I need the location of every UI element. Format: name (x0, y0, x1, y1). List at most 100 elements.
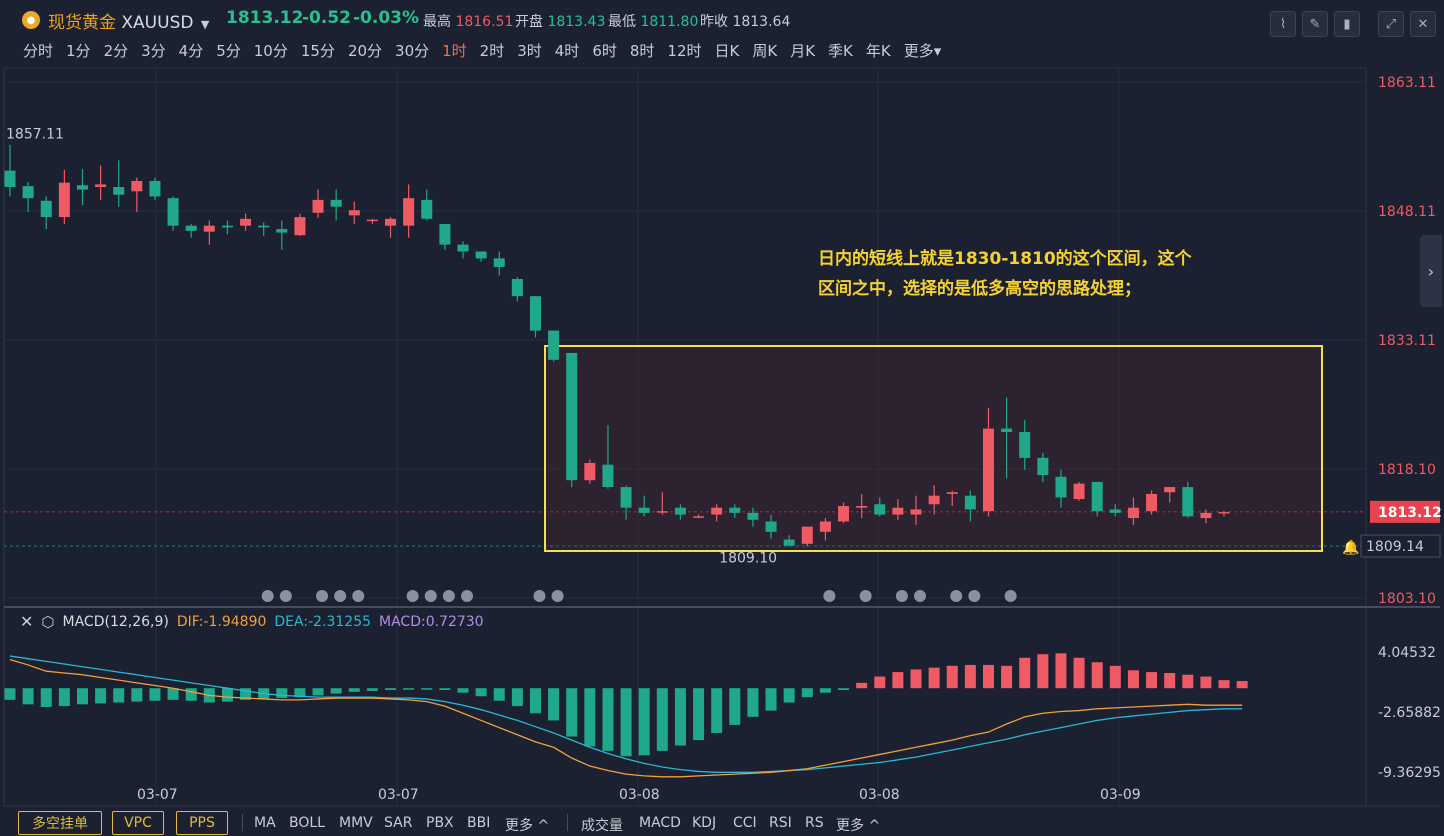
event-marker-icon (406, 590, 419, 602)
main-indicator-tab[interactable]: BOLL (289, 815, 325, 831)
candle-body (366, 219, 378, 222)
candle-body (1073, 483, 1085, 500)
y-tick-label: 1848.11 (1378, 204, 1436, 220)
x-tick-label: 03-07 (378, 787, 419, 803)
macd-dea: DEA:-2.31255 (274, 613, 372, 630)
main-indicator-tab[interactable]: PBX (426, 815, 454, 831)
main-indicator-tab[interactable]: 更多 ^ (505, 815, 549, 835)
x-tick-label: 03-08 (859, 787, 900, 803)
main-indicator-tab[interactable]: SAR (384, 815, 412, 831)
event-marker-icon (968, 590, 981, 602)
pill-button[interactable]: PPS (176, 811, 228, 835)
macd-bar (711, 688, 723, 733)
candle-body (856, 505, 868, 508)
x-tick-label: 03-09 (1100, 787, 1141, 803)
y-tick-label: 1833.11 (1378, 333, 1436, 349)
macd-bar (946, 665, 958, 689)
macd-bar (910, 669, 922, 689)
candle-body (964, 495, 976, 510)
y-tick-label: 1863.11 (1378, 75, 1436, 91)
macd-value: MACD:0.72730 (379, 613, 484, 630)
macd-bar (1001, 665, 1013, 689)
macd-bar (113, 688, 125, 703)
macd-bar (801, 688, 813, 698)
macd-dif: DIF:-1.94890 (176, 613, 267, 630)
bell-icon: 🔔 (1342, 539, 1359, 556)
chart-area[interactable]: 1863.11 1848.11 1833.11 1818.10 1803.10 1813.… (0, 0, 1444, 808)
candle-body (910, 509, 922, 515)
sub-indicator-tab[interactable]: CCI (733, 815, 757, 831)
candle-body (312, 199, 324, 213)
x-tick-label: 03-08 (619, 787, 660, 803)
candle-body (928, 495, 940, 505)
macd-bar (221, 688, 233, 702)
sub-indicator-tab[interactable]: MACD (639, 815, 681, 831)
event-marker-icon (895, 590, 908, 602)
candle-body (58, 182, 70, 218)
macd-bar (584, 688, 596, 747)
macd-bar (602, 688, 614, 751)
candle-body (1164, 487, 1176, 493)
macd-bar (856, 682, 868, 689)
macd-bar (819, 688, 831, 693)
candle-body (4, 170, 16, 187)
macd-bar (566, 688, 578, 737)
settings-icon[interactable]: ⬡ (41, 613, 54, 631)
macd-bar (874, 676, 886, 689)
main-indicator-tab[interactable]: MA (254, 815, 276, 831)
candle-body (548, 330, 560, 360)
candle-body (584, 463, 596, 481)
macd-bar (964, 664, 976, 689)
macd-bar (366, 688, 378, 691)
bottom-indicator-bar: 多空挂单 VPC PPS MA BOLL MMV SAR PBX BBI 更多 ^ 成交量 MACD K… (0, 808, 1444, 836)
pill-button[interactable]: VPC (112, 811, 164, 835)
sub-indicator-tab[interactable]: RS (805, 815, 824, 831)
event-marker-icon (551, 590, 564, 602)
candle-body (1146, 493, 1158, 512)
macd-bar (1055, 653, 1067, 689)
macd-bar (185, 688, 197, 701)
candle-body (457, 244, 469, 252)
macd-bar (4, 688, 16, 700)
candle-body (1182, 487, 1194, 517)
candle-body (348, 210, 360, 216)
macd-bar (149, 688, 161, 701)
y-tick-label: 1803.10 (1378, 591, 1436, 607)
sub-indicator-tab[interactable]: 成交量 (581, 815, 623, 835)
macd-tick-label: -9.36295 (1378, 765, 1441, 781)
alert-price-label: 1809.14 (1366, 539, 1424, 555)
candle-body (693, 516, 705, 518)
divider (242, 814, 243, 831)
macd-bar (892, 672, 904, 689)
macd-bar (1019, 657, 1031, 689)
pill-button[interactable]: 多空挂单 (18, 811, 102, 835)
macd-bar (620, 688, 632, 757)
macd-bar (276, 688, 288, 699)
current-price-label: 1813.12 (1378, 505, 1442, 521)
main-indicator-tab[interactable]: BBI (467, 815, 490, 831)
event-marker-icon (950, 590, 963, 602)
macd-bar (1091, 662, 1103, 689)
macd-bar (928, 667, 940, 689)
divider (567, 814, 568, 831)
macd-bar (1164, 672, 1176, 689)
close-icon[interactable]: ✕ (20, 612, 33, 631)
chevron-right-icon[interactable]: › (1420, 235, 1442, 307)
candle-body (149, 180, 161, 197)
sub-indicator-tab[interactable]: KDJ (692, 815, 716, 831)
sub-indicator-tab[interactable]: RSI (769, 815, 792, 831)
macd-bar (95, 688, 107, 704)
sub-indicator-tab[interactable]: 更多 ^ (836, 815, 880, 835)
candle-body (656, 511, 668, 513)
macd-bar (638, 688, 650, 756)
candle-body (711, 507, 723, 515)
macd-bar (58, 688, 70, 707)
macd-bar (385, 688, 397, 690)
main-indicator-tab[interactable]: MMV (339, 815, 373, 831)
candle-body (1055, 476, 1067, 498)
candle-body (529, 296, 541, 331)
candle-body (783, 539, 795, 546)
macd-bar (1200, 676, 1212, 689)
macd-bar (747, 688, 759, 717)
candle-body (819, 521, 831, 532)
